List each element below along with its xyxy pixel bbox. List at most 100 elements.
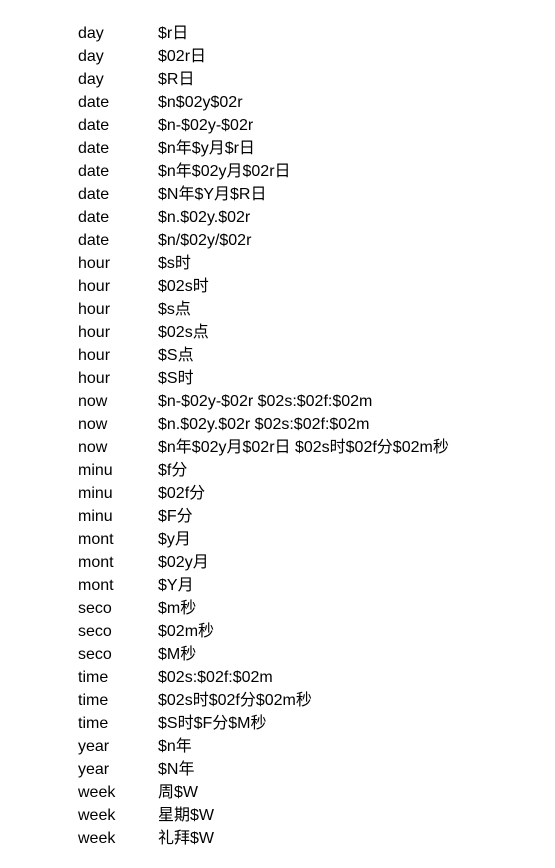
list-item: hour $S时 [78, 367, 449, 390]
format-key: seco [78, 623, 112, 640]
format-key: mont [78, 577, 114, 594]
format-key: time [78, 715, 109, 732]
format-pattern: $R日 [158, 71, 195, 88]
format-pattern: 星期$W [158, 807, 215, 824]
format-key: day [78, 25, 104, 42]
format-key: date [78, 232, 110, 249]
format-pattern: $n年$02y月$02r日 [158, 163, 291, 180]
list-item: minu $02f分 [78, 482, 449, 505]
format-key: date [78, 163, 110, 180]
format-key: week [78, 784, 116, 801]
format-pattern: $n年 [158, 738, 192, 755]
format-key: now [78, 439, 108, 456]
format-pattern: $n/$02y/$02r [158, 232, 252, 249]
format-key: week [78, 830, 116, 847]
format-pattern: $02s时 [158, 278, 209, 295]
format-key: minu [78, 462, 113, 479]
format-key: now [78, 416, 108, 433]
list-item: date $n年$y月$r日 [78, 137, 449, 160]
format-key: hour [78, 255, 111, 272]
list-item: now $n-$02y-$02r $02s:$02f:$02m [78, 390, 449, 413]
list-item: week 星期$W [78, 804, 449, 827]
format-pattern: $r日 [158, 25, 189, 42]
format-key: time [78, 669, 109, 686]
list-item: hour $02s时 [78, 275, 449, 298]
list-item: hour $02s点 [78, 321, 449, 344]
format-pattern: 周$W [158, 784, 199, 801]
format-pattern: $n.$02y.$02r [158, 209, 251, 226]
format-key: now [78, 393, 108, 410]
format-pattern: $S点 [158, 347, 194, 364]
list-item: week 周$W [78, 781, 449, 804]
list-item: date $N年$Y月$R日 [78, 183, 449, 206]
list-item: mont $y月 [78, 528, 449, 551]
format-pattern: $S时$F分$M秒 [158, 715, 267, 732]
format-pattern: $S时 [158, 370, 194, 387]
list-item: date $n.$02y.$02r [78, 206, 449, 229]
list-item: mont $02y月 [78, 551, 449, 574]
format-key: year [78, 761, 110, 778]
format-key: hour [78, 301, 111, 318]
format-key: date [78, 186, 110, 203]
format-pattern: $M秒 [158, 646, 197, 663]
format-pattern: $m秒 [158, 600, 197, 617]
format-pattern: $n年$02y月$02r日 $02s时$02f分$02m秒 [158, 439, 449, 456]
list-item: now $n.$02y.$02r $02s:$02f:$02m [78, 413, 449, 436]
format-key: hour [78, 278, 111, 295]
format-pattern: $n-$02y-$02r [158, 117, 254, 134]
list-item: time $02s:$02f:$02m [78, 666, 449, 689]
list-item: time $S时$F分$M秒 [78, 712, 449, 735]
format-pattern: $02s时$02f分$02m秒 [158, 692, 312, 709]
list-item: year $n年 [78, 735, 449, 758]
format-key: date [78, 117, 110, 134]
format-pattern: $f分 [158, 462, 188, 479]
list-item: hour $s时 [78, 252, 449, 275]
format-key: hour [78, 324, 111, 341]
format-pattern: $s时 [158, 255, 191, 272]
list-item: week 礼拜$W [78, 827, 449, 850]
format-pattern: $02m秒 [158, 623, 215, 640]
list-item: hour $S点 [78, 344, 449, 367]
format-pattern: $n-$02y-$02r $02s:$02f:$02m [158, 393, 373, 410]
format-pattern: $n年$y月$r日 [158, 140, 255, 157]
format-key: minu [78, 508, 113, 525]
list-item: year $N年 [78, 758, 449, 781]
format-key: hour [78, 370, 111, 387]
format-key: time [78, 692, 109, 709]
list-item: date $n$02y$02r [78, 91, 449, 114]
format-key: year [78, 738, 110, 755]
list-item: seco $m秒 [78, 597, 449, 620]
list-item: time $02s时$02f分$02m秒 [78, 689, 449, 712]
list-item: day $02r日 [78, 45, 449, 68]
format-pattern: $02f分 [158, 485, 206, 502]
format-pattern: $Y月 [158, 577, 194, 594]
format-key: mont [78, 531, 114, 548]
list-item: date $n-$02y-$02r [78, 114, 449, 137]
format-pattern: $02r日 [158, 48, 207, 65]
format-pattern: 礼拜$W [158, 830, 215, 847]
list-item: seco $M秒 [78, 643, 449, 666]
list-item: minu $F分 [78, 505, 449, 528]
format-list: day $r日 day $02r日 day $R日 date $n$02y$02r date $n… [78, 22, 449, 850]
format-key: date [78, 94, 110, 111]
list-item: seco $02m秒 [78, 620, 449, 643]
list-item: now $n年$02y月$02r日 $02s时$02f分$02m秒 [78, 436, 449, 459]
format-pattern: $02s:$02f:$02m [158, 669, 273, 686]
list-item: hour $s点 [78, 298, 449, 321]
format-key: hour [78, 347, 111, 364]
format-key: minu [78, 485, 113, 502]
list-item: day $r日 [78, 22, 449, 45]
format-key: day [78, 71, 104, 88]
list-item: mont $Y月 [78, 574, 449, 597]
format-key: date [78, 140, 110, 157]
format-key: day [78, 48, 104, 65]
format-pattern: $n.$02y.$02r $02s:$02f:$02m [158, 416, 370, 433]
list-item: date $n/$02y/$02r [78, 229, 449, 252]
format-pattern: $02y月 [158, 554, 209, 571]
format-pattern: $s点 [158, 301, 191, 318]
format-key: week [78, 807, 116, 824]
format-key: seco [78, 600, 112, 617]
format-pattern: $N年 [158, 761, 195, 778]
format-pattern: $N年$Y月$R日 [158, 186, 267, 203]
format-pattern: $F分 [158, 508, 193, 525]
